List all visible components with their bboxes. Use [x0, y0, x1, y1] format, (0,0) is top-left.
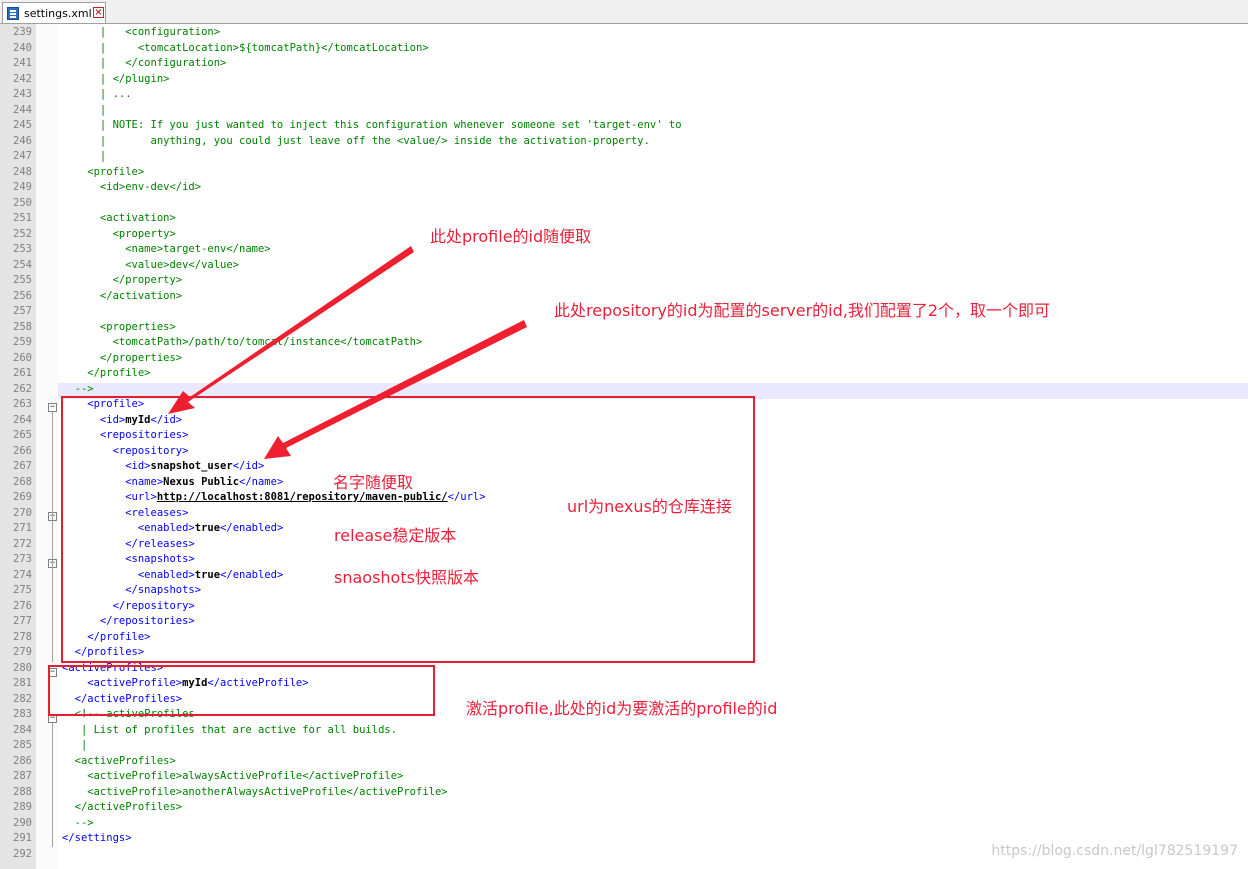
arrow-profile-id — [168, 246, 414, 414]
note-repository-id: 此处repository的id为配置的server的id,我们配置了2个，取一个… — [554, 301, 1051, 320]
note-active-profile: 激活profile,此处的id为要激活的profile的id — [466, 699, 778, 718]
note-name: 名字随便取 — [333, 473, 414, 492]
arrow-repository-id — [264, 320, 527, 459]
note-snapshots: snaoshots快照版本 — [334, 568, 479, 587]
annotation-arrows — [168, 246, 527, 459]
note-release: release稳定版本 — [334, 526, 457, 545]
note-url: url为nexus的仓库连接 — [567, 497, 732, 516]
watermark: https://blog.csdn.net/lgl782519197 — [991, 843, 1238, 859]
note-profile-id: 此处profile的id随便取 — [430, 227, 592, 246]
